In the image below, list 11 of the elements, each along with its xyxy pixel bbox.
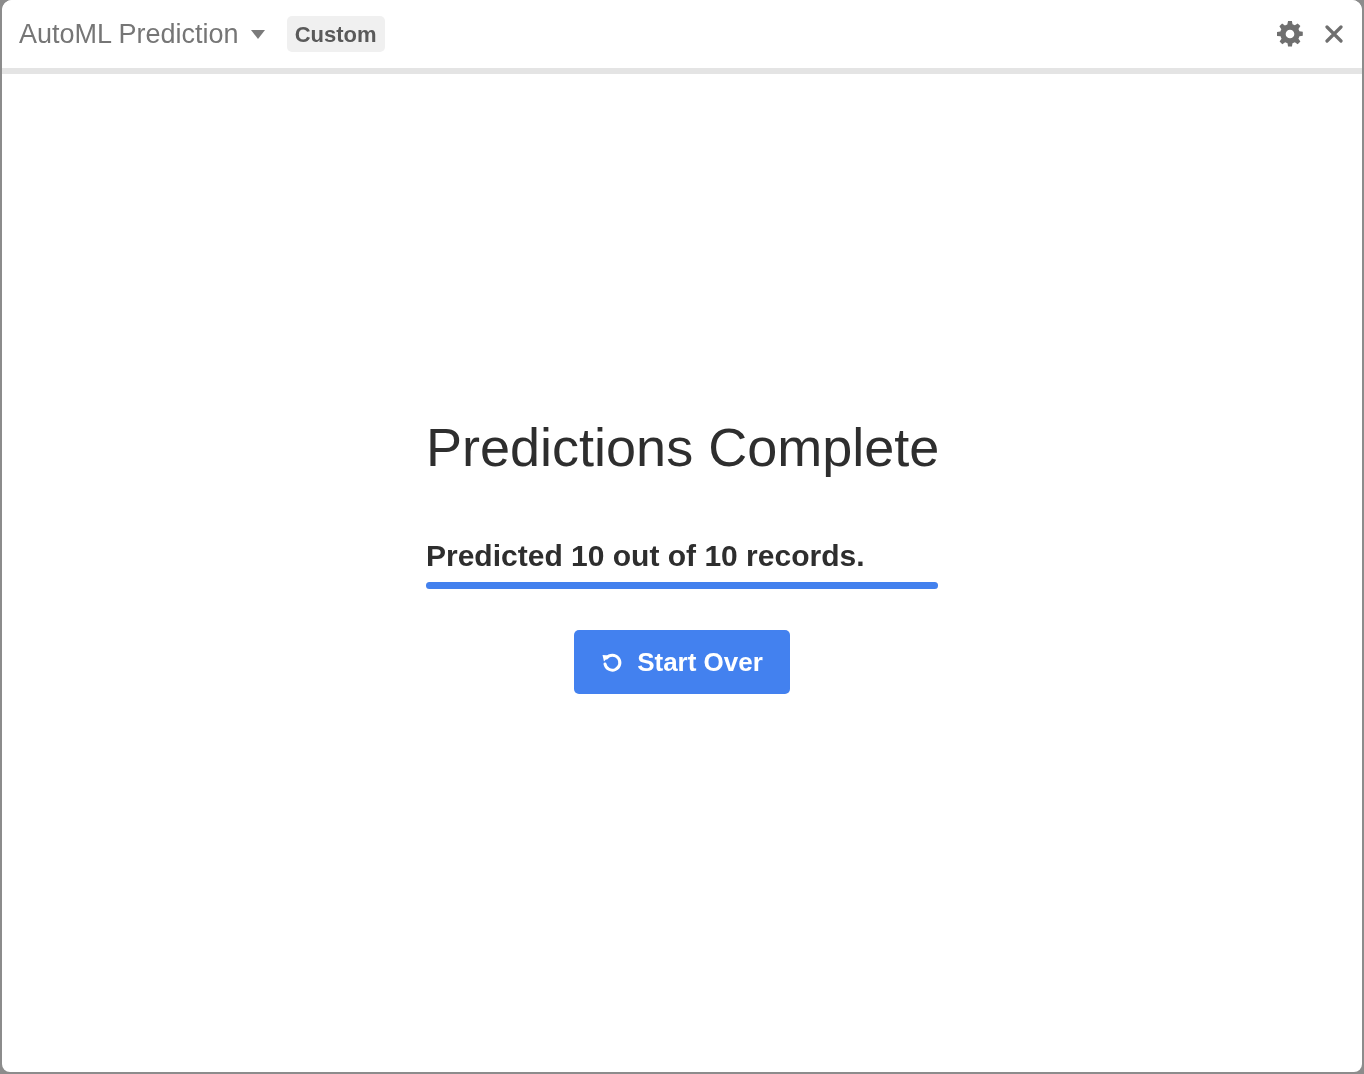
- settings-icon: [1277, 21, 1303, 47]
- settings-button[interactable]: [1276, 20, 1304, 48]
- start-over-button[interactable]: Start Over: [574, 630, 790, 694]
- title-dropdown[interactable]: AutoML Prediction: [19, 20, 265, 48]
- caret-icon: [250, 29, 265, 39]
- close-icon: [1325, 25, 1343, 43]
- close-button[interactable]: [1324, 24, 1344, 44]
- custom-badge: Custom: [286, 16, 385, 52]
- reset-icon: [601, 651, 624, 673]
- status-text: Predicted 10 out of 10 records.: [426, 539, 866, 573]
- page-heading: Predictions Complete: [426, 417, 938, 477]
